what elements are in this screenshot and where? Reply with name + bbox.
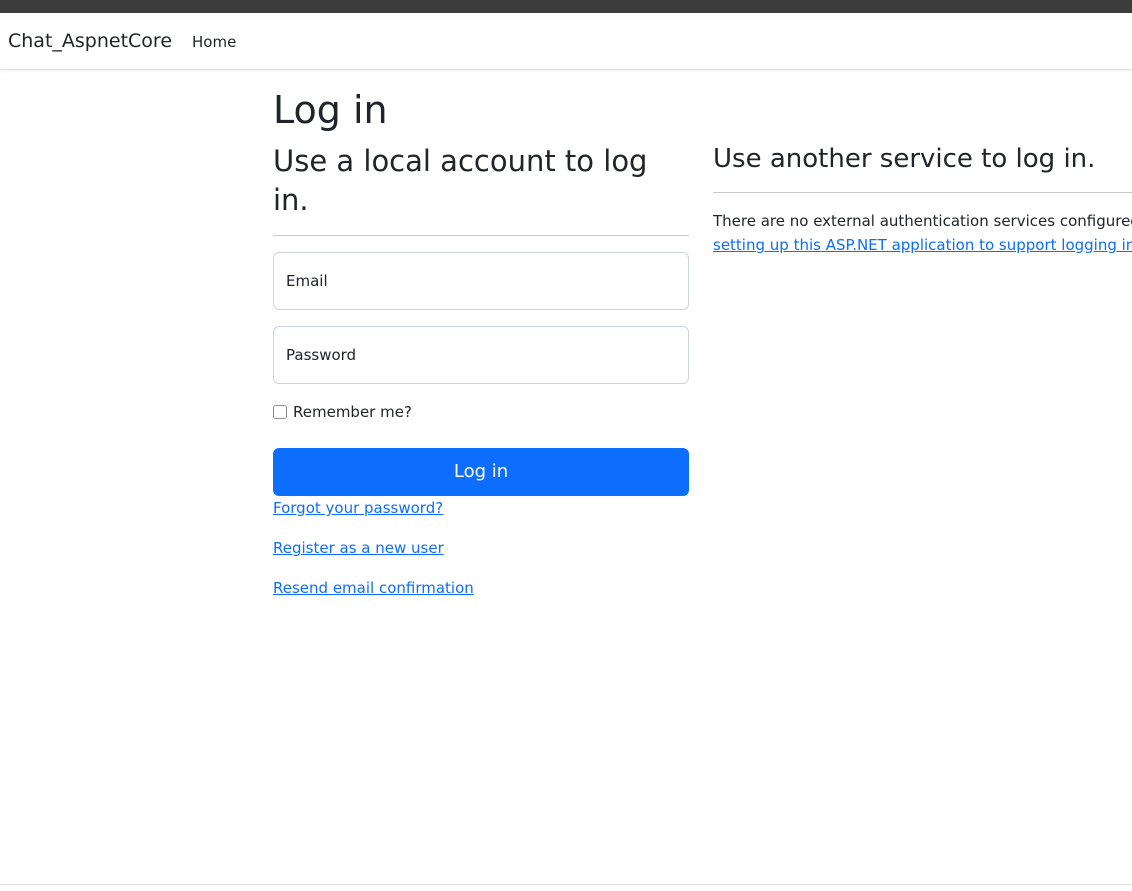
external-login-message: There are no external authentication ser… xyxy=(713,209,1132,257)
email-field[interactable] xyxy=(273,252,689,310)
login-button[interactable]: Log in xyxy=(273,448,689,496)
external-login-heading: Use another service to log in. xyxy=(713,144,1096,174)
remember-me-checkbox[interactable] xyxy=(273,405,287,419)
password-field[interactable] xyxy=(273,326,689,384)
nav-home-link[interactable]: Home xyxy=(192,32,236,52)
password-input[interactable] xyxy=(274,327,688,383)
footer-divider xyxy=(0,884,1132,885)
local-login-heading: Use a local account to log in. xyxy=(273,144,648,217)
remember-me-label[interactable]: Remember me? xyxy=(293,402,412,422)
navbar: Chat_AspnetCore Home xyxy=(0,13,1132,70)
divider xyxy=(273,235,689,236)
brand-link[interactable]: Chat_AspnetCore xyxy=(8,29,172,53)
register-link[interactable]: Register as a new user xyxy=(273,538,444,558)
local-login-section: Use a local account to log in. Remember … xyxy=(273,142,689,597)
browser-top-strip xyxy=(0,0,1132,13)
forgot-password-link[interactable]: Forgot your password? xyxy=(273,498,443,518)
email-input[interactable] xyxy=(274,253,688,309)
external-login-text: There are no external authentication ser… xyxy=(713,212,1132,230)
page-title: Log in xyxy=(273,88,388,132)
resend-confirmation-link[interactable]: Resend email confirmation xyxy=(273,578,474,598)
remember-me-row[interactable]: Remember me? xyxy=(273,402,412,422)
external-login-section: Use another service to log in. There are… xyxy=(713,142,1132,272)
divider xyxy=(713,192,1132,193)
